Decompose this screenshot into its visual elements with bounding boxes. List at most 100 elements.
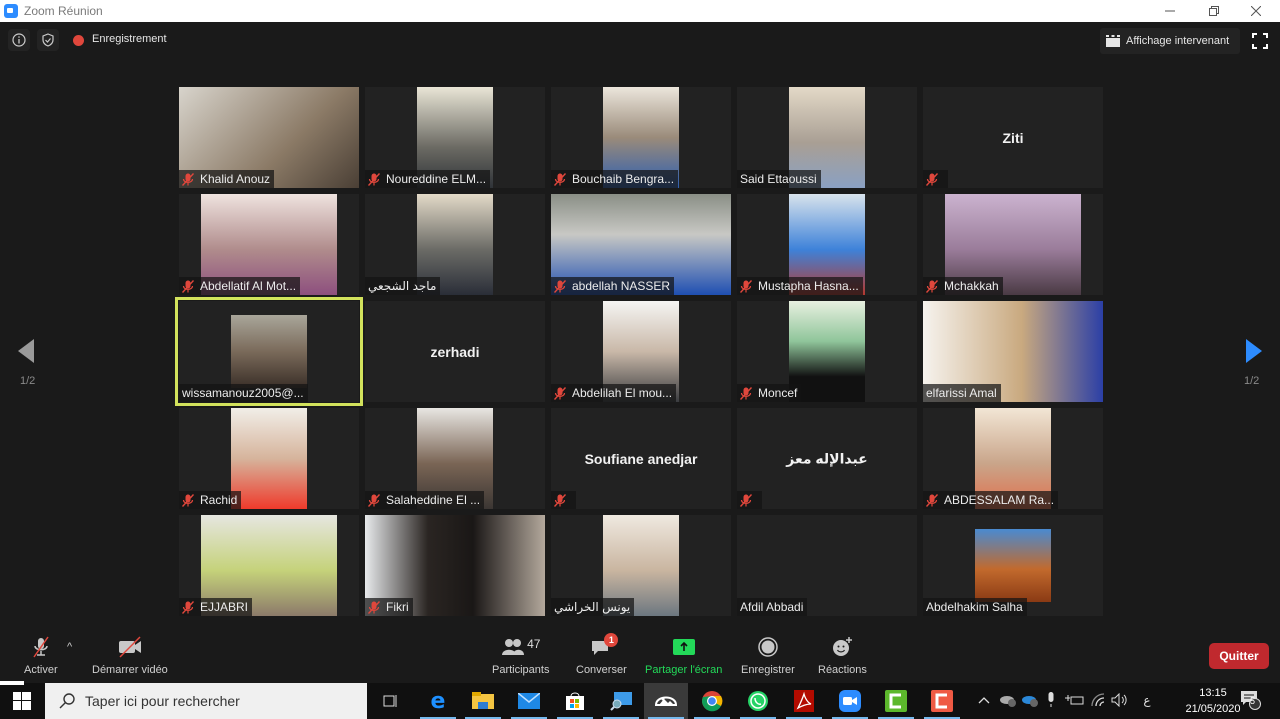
task-view-button[interactable]: [368, 683, 412, 719]
participant-tile[interactable]: يونس الخراشي: [551, 515, 731, 616]
meeting-info-button[interactable]: [8, 29, 30, 51]
participants-icon: [502, 639, 525, 655]
volume-tray[interactable]: [1110, 690, 1130, 710]
participant-tile[interactable]: Abdellatif Al Mot...: [179, 194, 359, 295]
participants-button[interactable]: 47 Participants: [492, 636, 549, 676]
minimize-button[interactable]: [1150, 0, 1190, 22]
record-label: Enregistrer: [741, 664, 795, 676]
security-button[interactable]: [37, 29, 59, 51]
camtasia-green-icon: [885, 690, 907, 712]
audio-options-chevron-icon[interactable]: ^: [67, 641, 72, 653]
participant-video: [231, 315, 307, 388]
participant-namebar: يونس الخراشي: [551, 598, 635, 616]
taskbar-app-zoom[interactable]: [828, 683, 872, 719]
wifi-tray[interactable]: [1090, 690, 1108, 710]
next-page-arrow-icon[interactable]: [1246, 339, 1262, 363]
participant-tile[interactable]: Rachid: [179, 408, 359, 509]
muted-microphone-icon: [181, 172, 195, 186]
taskbar-app-acrobat[interactable]: [782, 683, 826, 719]
participant-tile[interactable]: Bouchaib Bengra...: [551, 87, 731, 188]
action-center-button[interactable]: 5: [1238, 690, 1264, 710]
taskbar-app-store[interactable]: [553, 683, 597, 719]
muted-microphone-icon: [553, 493, 567, 507]
onedrive-business-tray[interactable]: [1020, 690, 1040, 710]
participant-name: elfarissi Amal: [926, 386, 997, 400]
participant-tile[interactable]: abdellah NASSER: [551, 194, 731, 295]
participant-tile[interactable]: wissamanouz2005@...: [175, 297, 363, 406]
participant-name: Noureddine ELM...: [386, 172, 487, 186]
participant-tile[interactable]: zerhadi: [365, 301, 545, 402]
battery-tray[interactable]: [1064, 690, 1086, 710]
speaker-view-button[interactable]: Affichage intervenant: [1100, 28, 1240, 54]
participant-namebar: EJJABRI: [179, 598, 253, 616]
taskbar-app-remote-desktop[interactable]: [599, 683, 643, 719]
participant-tile[interactable]: Salaheddine El ...: [365, 408, 545, 509]
speaker-view-icon: [1106, 35, 1120, 47]
participant-tile[interactable]: Said Ettaoussi: [737, 87, 917, 188]
onedrive-gray-paused-icon: [1000, 696, 1016, 707]
participant-tile[interactable]: elfarissi Amal: [923, 301, 1103, 402]
participant-tile[interactable]: EJJABRI: [179, 515, 359, 616]
taskbar-app-camtasia-recorder[interactable]: [874, 683, 918, 719]
taskbar-clock[interactable]: 13:15 21/05/2020: [1180, 685, 1246, 717]
muted-microphone-icon: [925, 493, 939, 507]
chat-unread-badge: 1: [604, 633, 619, 647]
taskbar-app-camtasia[interactable]: [920, 683, 964, 719]
start-video-button[interactable]: Démarrer vidéo: [92, 636, 168, 676]
unmute-label: Activer: [24, 664, 58, 676]
participant-tile[interactable]: Afdil Abbadi: [737, 515, 917, 616]
taskbar-app-file-explorer[interactable]: [461, 683, 505, 719]
participant-name: Mustapha Hasna...: [758, 279, 859, 293]
muted-microphone-icon: [553, 386, 567, 400]
zoom-app-icon: [4, 4, 18, 18]
participant-tile[interactable]: Soufiane anedjar: [551, 408, 731, 509]
taskbar-app-edge[interactable]: e: [416, 683, 460, 719]
participant-name: wissamanouz2005@...: [182, 386, 304, 400]
participant-namebar: ABDESSALAM Ra...: [923, 491, 1059, 509]
participant-tile[interactable]: Moncef: [737, 301, 917, 402]
taskbar-app-photos[interactable]: [644, 683, 688, 719]
participant-name: Mchakkah: [944, 279, 999, 293]
start-video-label: Démarrer vidéo: [92, 664, 168, 676]
unmute-button[interactable]: Activer: [24, 636, 58, 676]
participant-tile[interactable]: Khalid Anouz: [179, 87, 359, 188]
onedrive-personal-tray[interactable]: [998, 690, 1018, 710]
microphone-tray[interactable]: [1043, 690, 1059, 710]
recording-indicator-icon: [73, 35, 84, 46]
participant-tile[interactable]: عبدالإله معز: [737, 408, 917, 509]
participant-tile[interactable]: Mchakkah: [923, 194, 1103, 295]
muted-microphone-icon: [367, 172, 381, 186]
camtasia-red-icon: [931, 690, 953, 712]
previous-page-arrow-icon[interactable]: [18, 339, 34, 363]
participant-namebar: Said Ettaoussi: [737, 170, 821, 188]
fullscreen-button[interactable]: [1252, 33, 1268, 49]
taskbar-app-mail[interactable]: [507, 683, 551, 719]
start-button[interactable]: [13, 692, 31, 710]
participant-video: [231, 408, 307, 509]
reactions-button[interactable]: Réactions: [818, 636, 867, 676]
participant-tile[interactable]: Abdelilah El mou...: [551, 301, 731, 402]
taskbar-search-input[interactable]: Taper ici pour rechercher: [45, 683, 367, 719]
participant-tile[interactable]: ماجد الشجعي: [365, 194, 545, 295]
show-hidden-icons-button[interactable]: [975, 690, 993, 710]
participant-name: Abdelhakim Salha: [926, 600, 1023, 614]
input-language-indicator[interactable]: ع: [1139, 690, 1155, 710]
close-button[interactable]: [1236, 0, 1276, 22]
restore-button[interactable]: [1194, 0, 1234, 22]
taskbar-app-whatsapp[interactable]: [736, 683, 780, 719]
participant-tile[interactable]: Abdelhakim Salha: [923, 515, 1103, 616]
chat-button[interactable]: 1 Converser: [576, 633, 627, 676]
participant-namebar: Afdil Abbadi: [737, 598, 808, 616]
participant-tile[interactable]: Mustapha Hasna...: [737, 194, 917, 295]
participant-name: Afdil Abbadi: [740, 600, 804, 614]
leave-meeting-button[interactable]: Quitter: [1209, 643, 1269, 669]
record-button[interactable]: Enregistrer: [741, 636, 795, 676]
share-screen-button[interactable]: Partager l'écran: [645, 636, 722, 676]
page-indicator-left: 1/2: [20, 375, 36, 387]
participant-tile[interactable]: ABDESSALAM Ra...: [923, 408, 1103, 509]
participant-tile[interactable]: Noureddine ELM...: [365, 87, 545, 188]
participant-namebar: Khalid Anouz: [179, 170, 275, 188]
participant-tile[interactable]: Fikri: [365, 515, 545, 616]
participant-tile[interactable]: Ziti: [923, 87, 1103, 188]
taskbar-app-chrome[interactable]: [690, 683, 734, 719]
